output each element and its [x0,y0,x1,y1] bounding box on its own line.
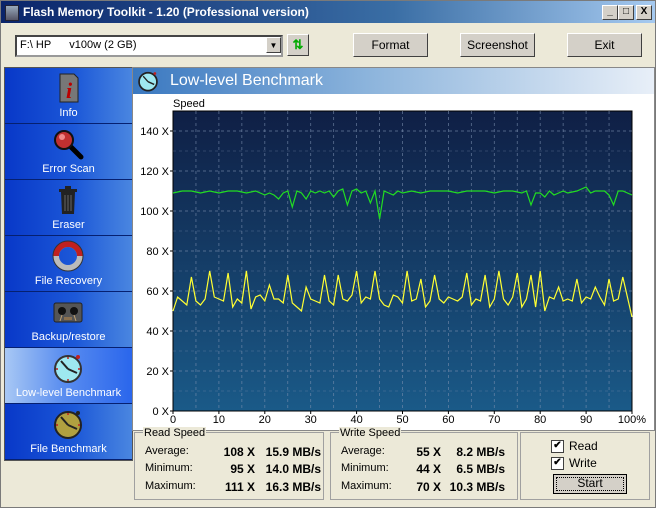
row-mbs-value: 8.2 MB/s [456,445,505,459]
y-tick-label: 120 X [140,166,169,178]
write-checkbox[interactable]: ✔ Write [551,456,651,471]
y-tick-label: 140 X [140,126,169,138]
x-tick-label: 90 [580,414,592,426]
row-mbs-value: 10.3 MB/s [449,480,505,494]
start-button[interactable]: Start [553,474,627,494]
row-mbs-value: 16.3 MB/s [265,480,321,494]
row-x-value: 55 X [416,445,441,459]
speed-chart: Speed 0 X 20 X 40 X 60 X 80 X 100 X 120 X 140 X… [140,98,646,426]
read-speed-title: Read Speed [143,427,207,439]
x-tick-label: 50 [396,414,408,426]
y-tick-label: 40 X [146,326,169,338]
row-mbs-value: 15.9 MB/s [265,445,321,459]
y-axis-label: Speed [173,98,205,110]
x-tick-label: 20 [259,414,271,426]
x-tick-label: 10 [213,414,225,426]
row-label: Minimum: [145,462,193,474]
options-group: ✔ Read ✔ Write Start [520,432,650,500]
y-tick-label: 0 X [152,406,169,418]
checkbox-write-box[interactable]: ✔ [551,457,564,470]
row-mbs-value: 6.5 MB/s [456,462,505,476]
x-tick-label: 0 [170,414,176,426]
row-label: Maximum: [145,480,196,492]
row-x-value: 44 X [416,462,441,476]
row-x-value: 95 X [230,462,255,476]
read-speed-group: Read Speed Average: 108 X 15.9 MB/s Minimu… [134,427,324,500]
write-speed-title: Write Speed [339,427,402,439]
checkbox-read-box[interactable]: ✔ [551,440,564,453]
row-label: Maximum: [341,480,392,492]
x-tick-label: 80 [534,414,546,426]
row-label: Average: [341,445,385,457]
write-speed-group: Write Speed Average: 55 X 8.2 MB/s Minimum… [330,427,518,500]
x-tick-label: 70 [488,414,500,426]
row-label: Minimum: [341,462,389,474]
x-tick-label: 100% [618,414,646,426]
y-tick-label: 20 X [146,366,169,378]
row-mbs-value: 14.0 MB/s [265,462,321,476]
read-checkbox-label: Read [569,439,598,453]
sidebar-item-label: File Benchmark [30,443,107,455]
y-tick-label: 80 X [146,246,169,258]
read-checkbox[interactable]: ✔ Read [551,439,651,454]
x-tick-label: 30 [305,414,317,426]
y-tick-label: 60 X [146,286,169,298]
write-checkbox-label: Write [569,456,597,470]
x-tick-label: 60 [442,414,454,426]
app-window: Flash Memory Toolkit - 1.20 (Professiona… [0,0,656,508]
row-x-value: 108 X [223,445,255,459]
row-x-value: 70 X [416,480,441,494]
row-x-value: 111 X [224,480,255,494]
y-tick-label: 100 X [140,206,169,218]
row-label: Average: [145,445,189,457]
x-tick-label: 40 [350,414,362,426]
